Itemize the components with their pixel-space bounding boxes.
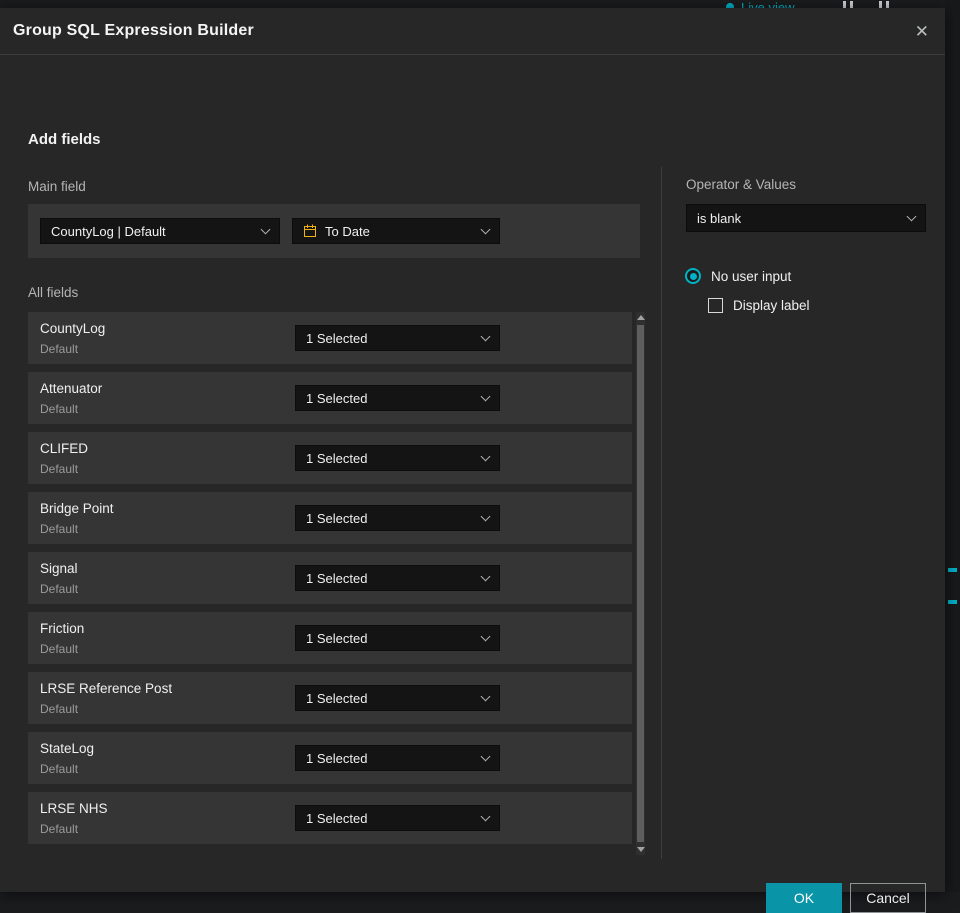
field-row: CountyLog Default 1 Selected [28, 312, 632, 364]
display-label-text: Display label [733, 298, 810, 313]
field-selected-dropdown[interactable]: 1 Selected [295, 625, 500, 651]
chevron-down-icon [480, 631, 491, 642]
field-name: StateLog [40, 741, 95, 756]
field-row: Bridge Point Default 1 Selected [28, 492, 632, 544]
field-selected-value: 1 Selected [306, 750, 368, 766]
main-field-band: CountyLog | Default To Date [28, 204, 640, 258]
field-row: LRSE Reference Post Default 1 Selected [28, 672, 632, 724]
field-name: Friction [40, 621, 85, 636]
scroll-up-icon[interactable] [636, 315, 645, 320]
dialog-title: Group SQL Expression Builder [13, 22, 254, 39]
field-name: CountyLog [40, 321, 106, 336]
field-subtitle: Default [40, 462, 79, 476]
field-subtitle: Default [40, 582, 79, 596]
field-selected-value: 1 Selected [306, 330, 368, 346]
column-divider [661, 167, 662, 859]
field-row: StateLog Default 1 Selected [28, 732, 632, 784]
chevron-down-icon [906, 211, 917, 222]
chevron-down-icon [480, 391, 491, 402]
field-selected-dropdown[interactable]: 1 Selected [295, 445, 500, 471]
field-name: CLIFED [40, 441, 89, 456]
field-selected-dropdown[interactable]: 1 Selected [295, 565, 500, 591]
field-selected-dropdown[interactable]: 1 Selected [295, 745, 500, 771]
main-field-dropdown[interactable]: CountyLog | Default [40, 218, 280, 244]
operator-values-label: Operator & Values [686, 177, 797, 192]
chevron-down-icon [480, 751, 491, 762]
operator-dropdown-value: is blank [697, 210, 742, 226]
date-field-dropdown[interactable]: To Date [292, 218, 500, 244]
field-row: Friction Default 1 Selected [28, 612, 632, 664]
field-name: LRSE NHS [40, 801, 108, 816]
ok-button[interactable]: OK [766, 883, 842, 913]
live-view-toggle[interactable]: Live view [726, 0, 794, 8]
toolbar-device-icon[interactable] [843, 1, 853, 8]
field-name: LRSE Reference Post [40, 681, 173, 696]
operator-dropdown[interactable]: is blank [686, 204, 926, 232]
date-field-dropdown-value: To Date [325, 223, 370, 239]
background-right-edge [945, 0, 960, 892]
toolbar-device-icon[interactable] [879, 1, 889, 8]
live-view-label: Live view [741, 0, 795, 8]
field-selected-value: 1 Selected [306, 390, 368, 406]
field-subtitle: Default [40, 642, 79, 656]
chevron-down-icon [480, 331, 491, 342]
chevron-down-icon [480, 571, 491, 582]
field-selected-value: 1 Selected [306, 570, 368, 586]
field-name: Signal [40, 561, 78, 576]
field-row: Attenuator Default 1 Selected [28, 372, 632, 424]
chevron-down-icon [480, 811, 491, 822]
display-label-checkbox[interactable]: Display label [708, 298, 810, 313]
field-name: Attenuator [40, 381, 103, 396]
chevron-down-icon [260, 224, 271, 235]
radio-selected-icon [685, 268, 701, 284]
all-fields-label: All fields [28, 285, 79, 300]
field-row: Signal Default 1 Selected [28, 552, 632, 604]
scrollbar-thumb[interactable] [637, 325, 644, 842]
add-fields-heading: Add fields [28, 131, 101, 148]
scroll-down-icon[interactable] [636, 847, 645, 852]
main-field-dropdown-value: CountyLog | Default [51, 223, 166, 239]
field-subtitle: Default [40, 822, 79, 836]
field-subtitle: Default [40, 342, 79, 356]
field-subtitle: Default [40, 702, 79, 716]
field-row: CLIFED Default 1 Selected [28, 432, 632, 484]
field-selected-dropdown[interactable]: 1 Selected [295, 385, 500, 411]
cancel-button[interactable]: Cancel [850, 883, 926, 913]
field-selected-dropdown[interactable]: 1 Selected [295, 685, 500, 711]
close-icon[interactable]: ✕ [915, 23, 929, 40]
field-subtitle: Default [40, 402, 79, 416]
field-selected-value: 1 Selected [306, 630, 368, 646]
all-fields-list: CountyLog Default 1 Selected Attenuator … [28, 312, 632, 852]
field-selected-value: 1 Selected [306, 810, 368, 826]
calendar-icon [304, 224, 316, 237]
field-name: Bridge Point [40, 501, 114, 516]
group-sql-expression-builder-dialog: Group SQL Expression Builder ✕ Add field… [0, 8, 945, 913]
field-selected-value: 1 Selected [306, 690, 368, 706]
main-field-label: Main field [28, 179, 86, 194]
dialog-body: Add fields Main field CountyLog | Defaul… [0, 55, 945, 913]
field-selected-dropdown[interactable]: 1 Selected [295, 325, 500, 351]
no-user-input-label: No user input [711, 268, 792, 284]
chevron-down-icon [480, 451, 491, 462]
edge-selection-mark [948, 600, 957, 604]
chevron-down-icon [480, 511, 491, 522]
field-subtitle: Default [40, 522, 79, 536]
field-selected-dropdown[interactable]: 1 Selected [295, 505, 500, 531]
dialog-header: Group SQL Expression Builder ✕ [0, 8, 945, 55]
chevron-down-icon [480, 691, 491, 702]
edge-selection-mark [948, 568, 957, 572]
background-toolbar: Live view [0, 0, 945, 8]
field-selected-value: 1 Selected [306, 450, 368, 466]
scrollbar[interactable] [636, 312, 645, 855]
checkbox-unchecked-icon [708, 298, 723, 313]
field-subtitle: Default [40, 762, 79, 776]
field-selected-value: 1 Selected [306, 510, 368, 526]
field-row: LRSE NHS Default 1 Selected [28, 792, 632, 844]
chevron-down-icon [480, 224, 491, 235]
no-user-input-radio[interactable]: No user input [685, 268, 791, 284]
field-selected-dropdown[interactable]: 1 Selected [295, 805, 500, 831]
